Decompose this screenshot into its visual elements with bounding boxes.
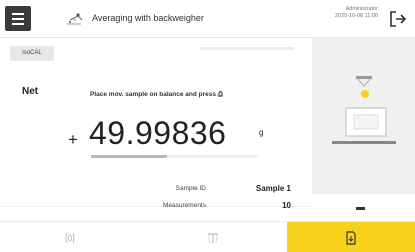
user-name: Administrator (345, 6, 378, 12)
tare-icon (208, 232, 218, 243)
pan-icon (356, 76, 372, 79)
bottom-toolbar (0, 221, 415, 252)
balance-base (332, 141, 396, 144)
page-indicator (356, 207, 365, 210)
zero-icon (65, 232, 75, 243)
zero-button[interactable] (40, 222, 100, 252)
weight-value: 49.99836 (89, 115, 227, 151)
sample-id-label: Sample ID (175, 185, 206, 192)
hamburger-icon-line (12, 17, 24, 20)
logout-icon[interactable] (389, 10, 407, 28)
net-label: Net (22, 86, 39, 97)
hamburger-icon-line (12, 12, 24, 15)
averaging-app-icon (67, 13, 83, 25)
balance-illustration-panel (312, 38, 415, 194)
weighing-area: isoCAL Net Place mov. sample on balance … (0, 38, 312, 210)
measurements-label: Measurements (163, 202, 206, 209)
main-menu-button[interactable] (5, 6, 31, 31)
tare-button[interactable] (183, 222, 243, 252)
measurements-value: 10 (282, 201, 291, 210)
document-arrow-icon (346, 230, 356, 245)
weight-sign: + (68, 130, 78, 149)
weight-unit: g (259, 128, 264, 137)
instruction-text: Place mov. sample on balance and press ⎙ (90, 91, 223, 98)
balance-illustration (332, 76, 396, 144)
sample-id-value: Sample 1 (255, 184, 291, 193)
isocal-badge[interactable]: isoCAL (10, 46, 54, 61)
user-info: Administrator 2020-10-08 11:00 (335, 6, 378, 20)
stability-bar (91, 155, 259, 158)
top-bar: Averaging with backweigher Administrator… (0, 0, 415, 38)
status-line (200, 47, 294, 50)
sample-marker-icon (361, 90, 369, 98)
date-time: 2020-10-08 11:00 (334, 13, 378, 19)
stability-bar-fill (91, 155, 167, 158)
divider (0, 206, 312, 207)
accept-result-button[interactable] (287, 222, 415, 252)
hamburger-icon-line (12, 22, 24, 25)
app-title: Averaging with backweigher (92, 13, 204, 23)
